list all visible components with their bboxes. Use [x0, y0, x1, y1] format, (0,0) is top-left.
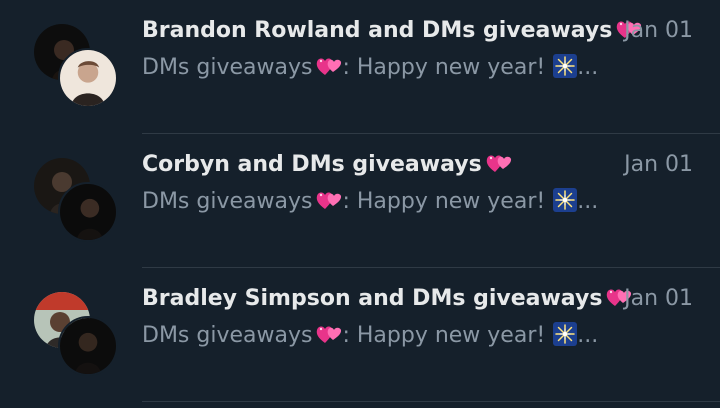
- conversation-date: Jan 01: [624, 18, 693, 43]
- preview-ellipsis: ...: [577, 55, 599, 80]
- avatar: [58, 182, 118, 242]
- avatar: [58, 316, 118, 376]
- preview-text: : Happy new year!: [342, 323, 546, 348]
- two-hearts-icon: [316, 323, 342, 345]
- two-hearts-icon: [316, 189, 342, 211]
- preview-sender: DMs giveaways: [142, 323, 313, 348]
- conversation-title: Brandon Rowland and DMs giveaways: [142, 18, 642, 43]
- conversation-title-text: Bradley Simpson and DMs giveaways: [142, 286, 603, 311]
- message-preview: DMs giveaways : Happy new year!...: [142, 188, 598, 214]
- two-hearts-icon: [316, 55, 342, 77]
- conversation-item-corbyn[interactable]: Corbyn and DMs giveaways Jan 01 DMs give…: [0, 134, 720, 268]
- group-avatar: [32, 158, 122, 248]
- preview-ellipsis: ...: [577, 189, 599, 214]
- sparkler-icon: [553, 54, 577, 78]
- conversation-item-bradley[interactable]: Bradley Simpson and DMs giveaways Jan 01…: [0, 268, 720, 402]
- group-avatar: [32, 292, 122, 382]
- conversation-title-text: Corbyn and DMs giveaways: [142, 152, 482, 177]
- preview-text: : Happy new year!: [342, 55, 546, 80]
- sparkler-icon: [553, 322, 577, 346]
- preview-sender: DMs giveaways: [142, 189, 313, 214]
- conversation-title: Bradley Simpson and DMs giveaways: [142, 286, 632, 311]
- conversation-title: Corbyn and DMs giveaways: [142, 152, 512, 177]
- conversation-list: Brandon Rowland and DMs giveaways Jan 01…: [0, 0, 720, 408]
- message-preview: DMs giveaways : Happy new year!...: [142, 54, 598, 80]
- conversation-date: Jan 01: [624, 286, 693, 311]
- sparkler-icon: [553, 188, 577, 212]
- divider: [142, 401, 720, 402]
- conversation-title-text: Brandon Rowland and DMs giveaways: [142, 18, 613, 43]
- message-preview: DMs giveaways : Happy new year!...: [142, 322, 598, 348]
- preview-ellipsis: ...: [577, 323, 599, 348]
- group-avatar: [32, 24, 122, 114]
- conversation-date: Jan 01: [624, 152, 693, 177]
- preview-sender: DMs giveaways: [142, 55, 313, 80]
- avatar: [58, 48, 118, 108]
- preview-text: : Happy new year!: [342, 189, 546, 214]
- two-hearts-icon: [486, 152, 512, 174]
- conversation-item-brandon[interactable]: Brandon Rowland and DMs giveaways Jan 01…: [0, 0, 720, 134]
